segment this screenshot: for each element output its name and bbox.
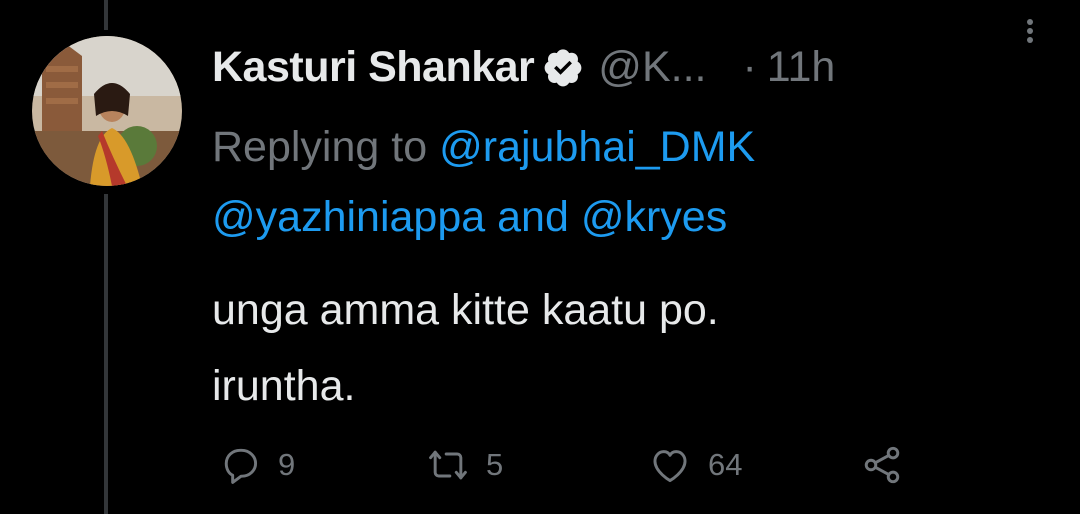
replying-to: Replying to @rajubhai_DMK @yazhiniappa a… — [212, 112, 1032, 252]
reply-button[interactable]: 9 — [218, 440, 295, 490]
tweet-text-line: unga amma kitte kaatu po. — [212, 286, 719, 334]
mention-and[interactable]: and — [497, 193, 569, 241]
timestamp[interactable]: 11h — [767, 43, 836, 92]
replying-to-label: Replying to — [212, 123, 428, 171]
display-name[interactable]: Kasturi Shankar — [212, 43, 535, 92]
mention-link[interactable]: @rajubhai_DMK — [439, 123, 755, 171]
more-icon[interactable] — [1020, 16, 1040, 46]
reply-count: 9 — [278, 447, 296, 482]
thread-connector-top — [104, 0, 108, 30]
like-icon — [648, 443, 692, 487]
separator-dot: · — [742, 42, 757, 91]
user-handle[interactable]: @K... — [598, 43, 706, 92]
tweet-text-line: iruntha. — [212, 362, 356, 410]
retweet-icon — [426, 443, 470, 487]
verified-badge-icon — [542, 46, 584, 88]
thread-connector-bottom — [104, 194, 108, 514]
like-count: 64 — [708, 447, 743, 482]
mention-link[interactable]: @yazhiniappa — [212, 193, 485, 241]
retweet-count: 5 — [486, 447, 504, 482]
mention-link[interactable]: @kryes — [581, 193, 727, 241]
like-button[interactable]: 64 — [648, 440, 742, 490]
tweet-text: unga amma kitte kaatu po. iruntha. — [212, 272, 1032, 424]
share-icon — [860, 443, 904, 487]
retweet-button[interactable]: 5 — [426, 440, 503, 490]
avatar[interactable] — [32, 36, 182, 186]
reply-icon — [218, 443, 262, 487]
tweet-header: Kasturi Shankar @K... · 11h — [212, 36, 1052, 98]
action-bar: 9 5 64 — [212, 440, 932, 490]
share-button[interactable] — [860, 440, 904, 490]
